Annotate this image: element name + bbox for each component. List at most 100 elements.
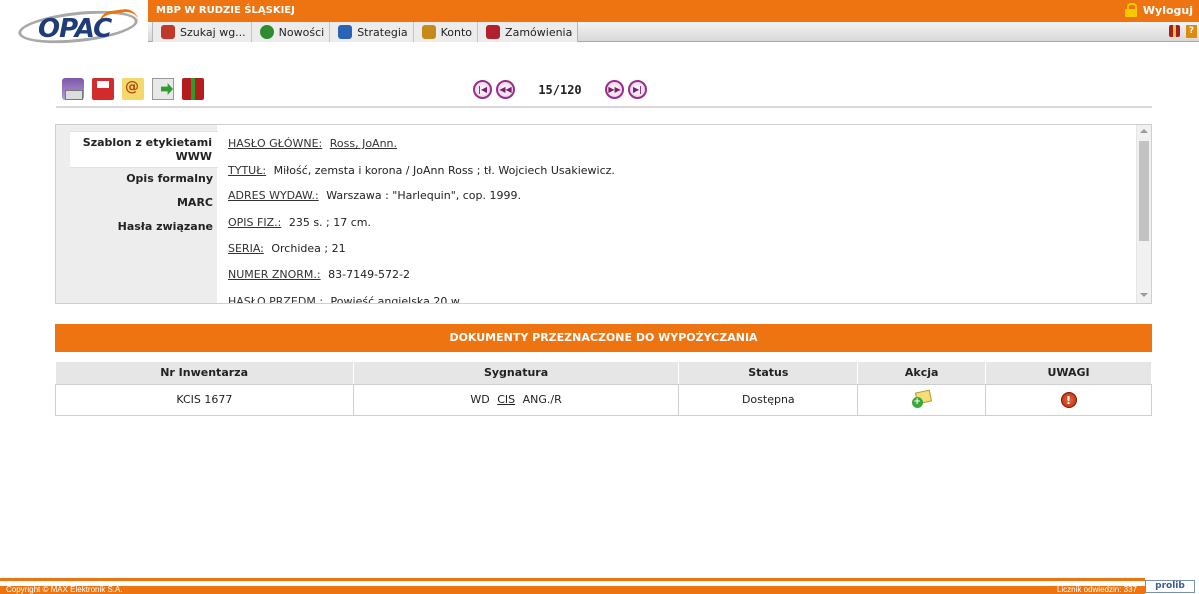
- signature-cell: WD CIS ANG./R: [353, 384, 680, 416]
- logout-label: Wyloguj: [1142, 3, 1193, 17]
- field-label: OPIS FIZ.:: [228, 216, 282, 229]
- inventory-number: KCIS 1677: [55, 384, 354, 416]
- signature-link[interactable]: CIS: [497, 393, 515, 406]
- visit-counter: Licznik odwiedzin: 337: [1056, 585, 1137, 594]
- warning-icon[interactable]: !: [1060, 391, 1077, 408]
- plus-icon: +: [911, 397, 923, 408]
- field-label: NUMER ZNORM.:: [228, 268, 321, 281]
- record-pager: |◀ ◀◀ 15/120 ▶▶ ▶|: [473, 80, 647, 99]
- remarks-cell: !: [985, 384, 1152, 416]
- menu-item-label: Konto: [440, 25, 473, 39]
- column-header-remarks: UWAGI: [985, 362, 1152, 385]
- save-icon[interactable]: [92, 78, 114, 100]
- column-header-inventory: Nr Inwentarza: [55, 362, 354, 385]
- first-record-button[interactable]: |◀: [473, 80, 492, 99]
- footer: Copyright © MAX Elektronik S.A. Licznik …: [0, 578, 1199, 594]
- footer-line: [0, 578, 1145, 581]
- record-scrollbar[interactable]: [1136, 125, 1151, 303]
- author-link[interactable]: Ross, JoAnn.: [330, 137, 397, 150]
- field-main-heading: HASŁO GŁÓWNE: Ross, JoAnn.: [228, 137, 397, 150]
- column-header-status: Status: [678, 362, 859, 385]
- field-label: SERIA:: [228, 242, 264, 255]
- field-value: 83-7149-572-2: [328, 268, 411, 281]
- field-label: HASŁO GŁÓWNE:: [228, 137, 323, 150]
- menu-item-label: Strategia: [357, 25, 408, 39]
- tab-marc[interactable]: MARC: [67, 196, 217, 209]
- field-label: HASŁO PRZEDM.:: [228, 295, 324, 303]
- copyright-text: Copyright © MAX Elektronik S.A.: [6, 585, 123, 594]
- account-icon: [421, 25, 436, 39]
- prev-record-button[interactable]: ◀◀: [496, 80, 515, 99]
- field-label: ADRES WYDAW.:: [228, 189, 319, 202]
- logo-text: OPAC: [38, 14, 112, 44]
- field-title: TYTUŁ: Miłość, zemsta i korona / JoAnn R…: [228, 164, 615, 177]
- library-name: MBP W RUDZIE ŚLĄSKIEJ: [156, 5, 295, 16]
- table-header-row: Nr Inwentarza Sygnatura Status Akcja UWA…: [55, 362, 1152, 385]
- orders-icon: [486, 25, 501, 39]
- new-items-icon: [259, 25, 274, 39]
- field-series: SERIA: Orchidea ; 21: [228, 242, 346, 255]
- field-publisher: ADRES WYDAW.: Warszawa : "Harlequin", co…: [228, 189, 521, 202]
- field-isbn: NUMER ZNORM.: 83-7149-572-2: [228, 268, 410, 281]
- field-value: Powieść angielska 20 w.: [330, 295, 463, 303]
- column-header-action: Akcja: [857, 362, 987, 385]
- toolbar-divider: [56, 106, 1152, 108]
- tab-template-www[interactable]: Szablon z etykietami WWW: [70, 131, 218, 168]
- order-add-icon[interactable]: +: [911, 389, 932, 408]
- scroll-thumb[interactable]: [1139, 141, 1149, 241]
- email-icon[interactable]: [122, 78, 144, 100]
- main-menu: Szukaj wg... Nowości Strategia Konto Zam…: [152, 22, 579, 42]
- field-value: Orchidea ; 21: [271, 242, 346, 255]
- scroll-down-icon[interactable]: [1140, 293, 1148, 297]
- last-record-button[interactable]: ▶|: [628, 80, 647, 99]
- help-icon[interactable]: ?: [1186, 25, 1197, 38]
- export-icon[interactable]: [152, 78, 174, 100]
- signature-suffix: ANG./R: [522, 393, 562, 406]
- opac-logo[interactable]: OPAC: [16, 5, 140, 49]
- menu-item-label: Szukaj wg...: [180, 25, 246, 39]
- field-subject: HASŁO PRZEDM.: Powieść angielska 20 w.: [228, 295, 462, 303]
- gift-icon[interactable]: [1169, 25, 1180, 37]
- logout-button[interactable]: Wyloguj: [1124, 3, 1193, 17]
- search-book-icon: [161, 25, 175, 39]
- gift-icon[interactable]: [182, 78, 204, 100]
- field-value: Warszawa : "Harlequin", cop. 1999.: [326, 189, 522, 202]
- strategy-icon: [338, 25, 353, 39]
- prolib-logo[interactable]: prolib: [1145, 580, 1195, 593]
- field-value: Miłość, zemsta i korona / JoAnn Ross ; t…: [273, 164, 615, 177]
- menu-item-orders[interactable]: Zamówienia: [478, 22, 577, 42]
- next-record-button[interactable]: ▶▶: [605, 80, 624, 99]
- top-bar: MBP W RUDZIE ŚLĄSKIEJ Wyloguj Szukaj wg.…: [148, 0, 1199, 42]
- tab-formal-description[interactable]: Opis formalny: [67, 172, 217, 185]
- tab-related-headings[interactable]: Hasła związane: [67, 220, 217, 233]
- menu-item-strategy[interactable]: Strategia: [330, 22, 414, 42]
- menu-bar: Szukaj wg... Nowości Strategia Konto Zam…: [148, 22, 1199, 42]
- menu-item-account[interactable]: Konto: [414, 22, 479, 42]
- record-tabs: Szablon z etykietami WWW Opis formalny M…: [56, 125, 218, 303]
- footer-bar: [0, 586, 1145, 594]
- menu-item-search[interactable]: Szukaj wg...: [153, 22, 252, 42]
- record-toolbar: [62, 78, 204, 100]
- field-label: TYTUŁ:: [228, 164, 267, 177]
- record-fields: HASŁO GŁÓWNE: Ross, JoAnn. TYTUŁ: Miłość…: [228, 125, 1133, 303]
- documents-table: Nr Inwentarza Sygnatura Status Akcja UWA…: [55, 362, 1152, 416]
- record-panel: Szablon z etykietami WWW Opis formalny M…: [55, 124, 1152, 304]
- header-orange-bar: MBP W RUDZIE ŚLĄSKIEJ Wyloguj: [148, 0, 1199, 22]
- signature-prefix: WD: [470, 393, 490, 406]
- logo-area: OPAC: [0, 0, 148, 49]
- documents-header: DOKUMENTY PRZEZNACZONE DO WYPOŻYCZANIA: [55, 324, 1152, 352]
- field-value: 235 s. ; 17 cm.: [288, 216, 372, 229]
- page-counter: 15/120: [538, 82, 582, 97]
- print-icon[interactable]: [62, 78, 84, 100]
- menu-item-label: Zamówienia: [505, 25, 573, 39]
- table-row: KCIS 1677 WD CIS ANG./R Dostępna + !: [55, 384, 1152, 416]
- field-physical-description: OPIS FIZ.: 235 s. ; 17 cm.: [228, 216, 371, 229]
- lock-icon: [1124, 3, 1137, 17]
- menu-item-label: Nowości: [278, 25, 325, 39]
- menu-right-icons: ?: [1169, 25, 1197, 38]
- menu-item-new-items[interactable]: Nowości: [252, 22, 331, 42]
- status-cell: Dostępna: [678, 384, 859, 416]
- scroll-up-icon[interactable]: [1140, 129, 1148, 133]
- action-cell: +: [857, 384, 987, 416]
- column-header-signature: Sygnatura: [353, 362, 680, 385]
